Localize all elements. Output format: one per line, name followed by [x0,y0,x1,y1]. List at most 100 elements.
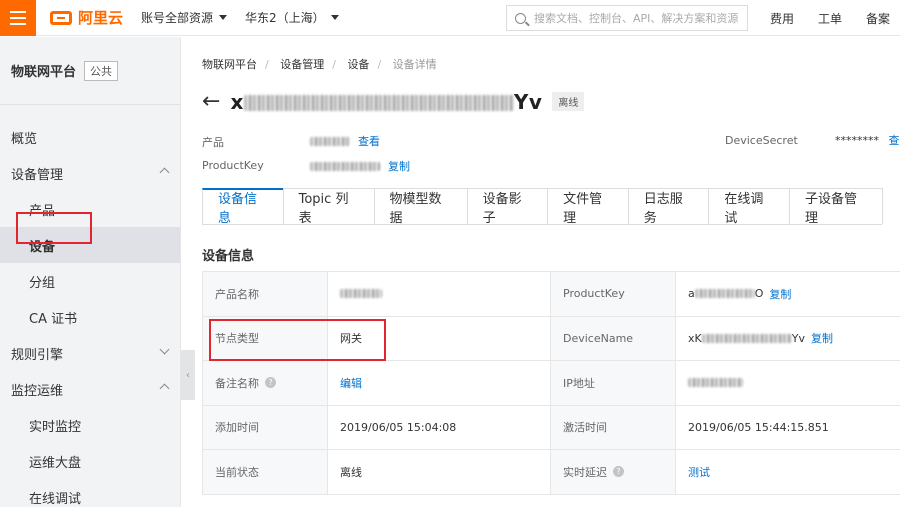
account-dropdown[interactable]: 账号全部资源 [141,9,227,26]
sidebar-title-text: 物联网平台 [11,61,76,80]
highlight-box-node-type [209,319,386,361]
caret-down-icon [219,15,227,20]
sidebar-item-realtime-monitor[interactable]: 实时监控 [0,407,180,443]
search-input[interactable]: 搜索文档、控制台、API、解决方案和资源 [506,5,748,31]
devicename-prefix: xK [688,332,702,345]
productkey-suffix: O [755,287,764,300]
device-info-table: 产品名称 ProductKey aO 复制 节点类型 网关 DeviceName… [202,271,900,495]
table-row: 添加时间 2019/06/05 15:04:08 激活时间 2019/06/05… [202,406,900,451]
chevron-up-icon [160,168,170,178]
latency-label: 实时延迟? [550,450,675,494]
sidebar-collapse-handle[interactable]: ‹ [181,350,195,400]
sidebar-item-overview[interactable]: 概览 [0,119,180,155]
devicesecret-value: ******** [835,134,879,147]
current-state-label: 当前状态 [202,450,327,494]
sidebar-item-label: 设备管理 [11,164,63,183]
sidebar-item-label: 监控运维 [11,380,63,399]
section-title: 设备信息 [202,245,254,264]
main-content: 物联网平台/ 设备管理/ 设备/ 设备详情 ← xYv 离线 产品 查看 Pro… [195,37,900,507]
tab-thing-model-data[interactable]: 物模型数据 [374,188,468,224]
aliyun-logo[interactable]: 阿里云 [50,7,123,28]
added-time-value: 2019/06/05 15:04:08 [327,406,550,450]
view-product-link[interactable]: 查看 [358,133,380,149]
ip-value [675,361,900,405]
breadcrumb-iot[interactable]: 物联网平台 [202,58,257,71]
sidebar-item-ca-cert[interactable]: CA 证书 [0,299,180,335]
info-productkey-label: ProductKey [550,272,675,316]
sidebar-item-label: 概览 [11,128,37,147]
remark-label-text: 备注名称 [215,375,259,391]
product-label: 产品 [202,134,224,150]
product-name-value [327,272,550,316]
aliyun-logo-icon [50,11,72,25]
menu-icon[interactable] [0,0,36,36]
breadcrumb-device[interactable]: 设备 [347,58,369,71]
sidebar-item-online-debug[interactable]: 在线调试 [0,479,180,515]
table-row: 备注名称? 编辑 IP地址 [202,361,900,406]
latency-label-text: 实时延迟 [563,464,607,480]
sidebar-title: 物联网平台 公共 [0,37,180,105]
redacted-ip [688,378,743,387]
copy-productkey-button[interactable]: 复制 [769,286,791,302]
sidebar-item-label: 分组 [29,272,55,291]
sidebar-group-rule-engine[interactable]: 规则引擎 [0,335,180,371]
region-dropdown[interactable]: 华东2（上海） [245,9,339,26]
copy-productkey-link[interactable]: 复制 [388,158,410,174]
highlight-box-device [16,212,92,244]
help-icon[interactable]: ? [265,377,276,388]
table-row: 当前状态 离线 实时延迟? 测试 [202,450,900,495]
edit-remark-link[interactable]: 编辑 [340,375,362,391]
tab-log-service[interactable]: 日志服务 [628,188,710,224]
fee-link[interactable]: 费用 [770,10,794,27]
productkey-prefix: a [688,287,695,300]
logo-text: 阿里云 [78,7,123,28]
copy-devicename-button[interactable]: 复制 [811,330,833,346]
caret-down-icon [331,15,339,20]
title-suffix: Yv [514,90,543,114]
activated-time-label: 激活时间 [550,406,675,450]
redacted-devicename [702,334,792,343]
sidebar-item-label: 在线调试 [29,488,81,507]
ip-label: IP地址 [550,361,675,405]
productkey-label: ProductKey [202,159,264,172]
tab-file-management[interactable]: 文件管理 [547,188,629,224]
sidebar-group-device-management[interactable]: 设备管理 [0,155,180,191]
test-latency-link[interactable]: 测试 [688,464,710,480]
sidebar-item-label: 实时监控 [29,416,81,435]
sidebar-item-label: 运维大盘 [29,452,81,471]
help-icon[interactable]: ? [613,466,624,477]
record-link[interactable]: 备案 [866,10,890,27]
status-badge: 离线 [552,92,584,111]
tab-sub-devices[interactable]: 子设备管理 [789,188,883,224]
page-title-row: ← xYv 离线 [202,89,584,114]
sidebar-item-label: CA 证书 [29,308,77,327]
devicename-suffix: Yv [792,332,805,345]
ticket-link[interactable]: 工单 [818,10,842,27]
table-row: 产品名称 ProductKey a O 复制 [202,272,900,317]
page-title: xYv [230,90,542,114]
tab-device-shadow[interactable]: 设备影子 [467,188,549,224]
search-icon [515,13,526,24]
info-productkey-value: a O 复制 [675,272,900,316]
devicename-value: xK Yv 复制 [675,317,900,361]
tab-topic-list[interactable]: Topic 列表 [283,188,375,224]
devicesecret-label: DeviceSecret [725,134,798,147]
view-secret-link[interactable]: 查看 [889,134,900,147]
activated-time-value: 2019/06/05 15:44:15.851 [675,406,900,450]
tab-device-info[interactable]: 设备信息 [202,188,284,224]
redacted-product [310,137,350,146]
sidebar-item-ops-dashboard[interactable]: 运维大盘 [0,443,180,479]
search-placeholder: 搜索文档、控制台、API、解决方案和资源 [534,10,738,26]
tab-online-debug[interactable]: 在线调试 [708,188,790,224]
sidebar-item-group[interactable]: 分组 [0,263,180,299]
sidebar-item-label: 规则引擎 [11,344,63,363]
back-arrow-icon[interactable]: ← [202,89,220,114]
redacted-device-name [244,95,514,111]
product-name-label: 产品名称 [202,272,327,316]
region-label: 华东2（上海） [245,9,325,26]
breadcrumb-device-mgmt[interactable]: 设备管理 [280,58,324,71]
latency-value: 测试 [675,450,900,494]
sidebar-group-monitoring[interactable]: 监控运维 [0,371,180,407]
top-bar: 阿里云 账号全部资源 华东2（上海） 搜索文档、控制台、API、解决方案和资源 … [0,0,900,36]
chevron-down-icon [160,345,170,355]
